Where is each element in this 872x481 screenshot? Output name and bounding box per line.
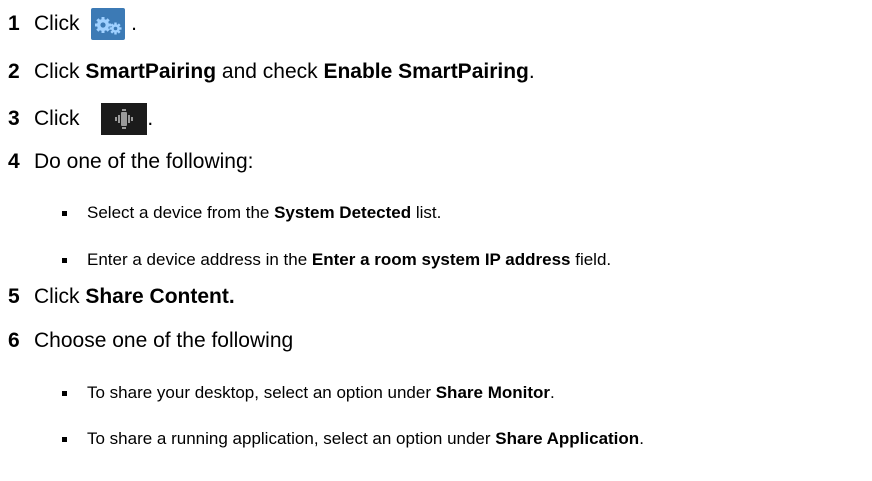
step-number: 1 [8, 12, 20, 35]
step-text: Click [34, 12, 86, 35]
bullet-term: System Detected [274, 203, 412, 222]
step-text: Choose one of the following [34, 329, 294, 352]
step-text: Click [34, 285, 86, 308]
step-number: 6 [8, 329, 20, 352]
step-6: 6 Choose one of the following [8, 329, 293, 353]
step-2: 2 Click SmartPairing and check Enable Sm… [8, 60, 535, 84]
list-item: Enter a device address in the Enter a ro… [62, 250, 611, 270]
step-term: SmartPairing [85, 60, 217, 83]
bullet-text: . [550, 383, 555, 402]
bullet-term: Enter a room system IP address [311, 250, 571, 269]
bullet-term: Share Application [495, 429, 640, 448]
step-number: 5 [8, 285, 20, 308]
step-number: 3 [8, 107, 20, 130]
step-5: 5 Click Share Content. [8, 285, 235, 309]
list-item: Select a device from the System Detected… [62, 203, 441, 223]
step-text: and check [216, 60, 324, 83]
step-term: Enable SmartPairing [323, 60, 529, 83]
step-1: 1 Click . [8, 8, 137, 40]
bullet-icon [62, 390, 67, 396]
step-text: Click [34, 60, 86, 83]
bullet-icon [62, 257, 67, 263]
smartpairing-icon[interactable] [101, 103, 148, 135]
gears-icon[interactable] [91, 8, 126, 40]
bullet-text: field. [570, 250, 612, 269]
step-text-end: . [125, 12, 138, 35]
list-item: To share your desktop, select an option … [62, 383, 555, 403]
step-text: Do one of the following: [34, 150, 254, 173]
bullet-text: Enter a device address in the [87, 250, 312, 269]
bullet-icon [62, 210, 67, 216]
step-text-end: . [147, 107, 154, 130]
bullet-text: list. [411, 203, 442, 222]
step-number: 2 [8, 60, 20, 83]
step-text: . [528, 60, 535, 83]
bullet-text: To share a running application, select a… [87, 429, 496, 448]
list-item: To share a running application, select a… [62, 429, 644, 449]
step-number: 4 [8, 150, 20, 173]
bullet-icon [62, 436, 67, 442]
step-3: 3 Click . [8, 103, 153, 135]
bullet-term: Share Monitor [435, 383, 551, 402]
step-4: 4 Do one of the following: [8, 150, 253, 174]
step-term: Share Content. [85, 285, 235, 308]
bullet-text: . [639, 429, 644, 448]
step-text: Click [34, 107, 86, 130]
bullet-text: Select a device from the [87, 203, 275, 222]
bullet-text: To share your desktop, select an option … [87, 383, 436, 402]
